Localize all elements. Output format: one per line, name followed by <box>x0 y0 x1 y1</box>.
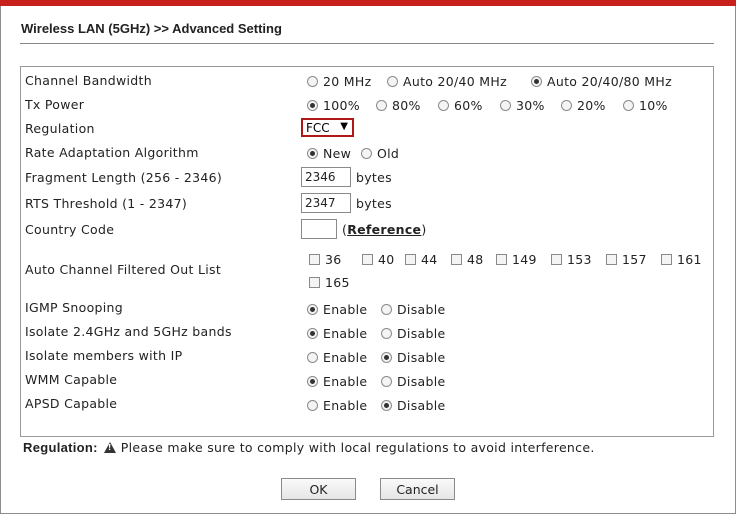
dropdown-arrow-icon: ▼ <box>340 121 348 132</box>
reference-group: (Reference) <box>342 222 427 237</box>
label-fragment-length: Fragment Length (256 - 2346) <box>25 170 223 185</box>
radio-indicator <box>381 304 392 315</box>
checkbox-box <box>362 254 373 265</box>
tx-power-60-radio[interactable]: 60% <box>438 98 483 113</box>
label-rate-adaptation: Rate Adaptation Algorithm <box>25 145 199 160</box>
radio-indicator <box>561 100 572 111</box>
radio-indicator <box>307 400 318 411</box>
radio-indicator <box>381 376 392 387</box>
isolate-ip-disable-radio[interactable]: Disable <box>381 350 445 365</box>
radio-indicator <box>376 100 387 111</box>
fragment-length-input[interactable] <box>301 167 351 187</box>
checkbox-box <box>496 254 507 265</box>
radio-indicator <box>381 352 392 363</box>
checkbox-box <box>551 254 562 265</box>
radio-indicator <box>381 400 392 411</box>
label-igmp-snooping: IGMP Snooping <box>25 300 123 315</box>
channel-165-checkbox[interactable]: 165 <box>309 275 350 290</box>
channel-36-checkbox[interactable]: 36 <box>309 252 342 267</box>
label-isolate-bands: Isolate 2.4GHz and 5GHz bands <box>25 324 232 339</box>
radio-indicator <box>307 328 318 339</box>
checkbox-box <box>606 254 617 265</box>
radio-indicator <box>438 100 449 111</box>
radio-indicator <box>381 328 392 339</box>
tx-power-100-radio[interactable]: 100% <box>307 98 360 113</box>
radio-indicator <box>307 148 318 159</box>
radio-indicator <box>623 100 634 111</box>
rate-new-radio[interactable]: New <box>307 146 351 161</box>
regulation-note: Regulation: Please make sure to comply w… <box>23 440 595 455</box>
tx-power-80-radio[interactable]: 80% <box>376 98 421 113</box>
note-label: Regulation: <box>23 440 98 455</box>
label-regulation: Regulation <box>25 121 95 136</box>
label-isolate-ip: Isolate members with IP <box>25 348 183 363</box>
isolate-bands-disable-radio[interactable]: Disable <box>381 326 445 341</box>
reference-link[interactable]: Reference <box>347 222 421 237</box>
bandwidth-204080-radio[interactable]: Auto 20/40/80 MHz <box>531 74 672 89</box>
checkbox-box <box>451 254 462 265</box>
isolate-ip-enable-radio[interactable]: Enable <box>307 350 367 365</box>
note-text: Please make sure to comply with local re… <box>120 440 595 455</box>
tx-power-30-radio[interactable]: 30% <box>500 98 545 113</box>
wmm-enable-radio[interactable]: Enable <box>307 374 367 389</box>
channel-161-checkbox[interactable]: 161 <box>661 252 702 267</box>
radio-indicator <box>307 76 318 87</box>
label-rts-threshold: RTS Threshold (1 - 2347) <box>25 196 188 211</box>
title-divider <box>20 43 714 44</box>
tx-power-20-radio[interactable]: 20% <box>561 98 606 113</box>
label-wmm: WMM Capable <box>25 372 118 387</box>
checkbox-box <box>309 277 320 288</box>
radio-indicator <box>387 76 398 87</box>
checkbox-box <box>309 254 320 265</box>
top-accent-bar <box>0 0 736 6</box>
radio-indicator <box>307 100 318 111</box>
label-apsd: APSD Capable <box>25 396 118 411</box>
channel-149-checkbox[interactable]: 149 <box>496 252 537 267</box>
igmp-disable-radio[interactable]: Disable <box>381 302 445 317</box>
radio-indicator <box>307 304 318 315</box>
label-auto-channel: Auto Channel Filtered Out List <box>25 262 222 277</box>
bandwidth-20-radio[interactable]: 20 MHz <box>307 74 371 89</box>
label-channel-bandwidth: Channel Bandwidth <box>25 73 152 88</box>
apsd-enable-radio[interactable]: Enable <box>307 398 367 413</box>
rts-unit: bytes <box>356 196 392 211</box>
radio-indicator <box>361 148 372 159</box>
apsd-disable-radio[interactable]: Disable <box>381 398 445 413</box>
igmp-enable-radio[interactable]: Enable <box>307 302 367 317</box>
regulation-select[interactable]: FCC ▼ <box>301 118 354 137</box>
radio-indicator <box>307 376 318 387</box>
rts-threshold-input[interactable] <box>301 193 351 213</box>
channel-153-checkbox[interactable]: 153 <box>551 252 592 267</box>
country-code-input[interactable] <box>301 219 337 239</box>
tx-power-10-radio[interactable]: 10% <box>623 98 668 113</box>
fragment-unit: bytes <box>356 170 392 185</box>
wmm-disable-radio[interactable]: Disable <box>381 374 445 389</box>
radio-indicator <box>500 100 511 111</box>
label-tx-power: Tx Power <box>25 97 85 112</box>
channel-44-checkbox[interactable]: 44 <box>405 252 438 267</box>
rate-old-radio[interactable]: Old <box>361 146 399 161</box>
page-title: Wireless LAN (5GHz) >> Advanced Setting <box>21 21 282 36</box>
radio-indicator <box>307 352 318 363</box>
checkbox-box <box>661 254 672 265</box>
bandwidth-2040-radio[interactable]: Auto 20/40 MHz <box>387 74 507 89</box>
isolate-bands-enable-radio[interactable]: Enable <box>307 326 367 341</box>
radio-indicator <box>531 76 542 87</box>
channel-48-checkbox[interactable]: 48 <box>451 252 484 267</box>
ok-button[interactable]: OK <box>281 478 356 500</box>
cancel-button[interactable]: Cancel <box>380 478 455 500</box>
channel-157-checkbox[interactable]: 157 <box>606 252 647 267</box>
checkbox-box <box>405 254 416 265</box>
channel-40-checkbox[interactable]: 40 <box>362 252 395 267</box>
warning-icon <box>103 442 116 453</box>
label-country-code: Country Code <box>25 222 115 237</box>
